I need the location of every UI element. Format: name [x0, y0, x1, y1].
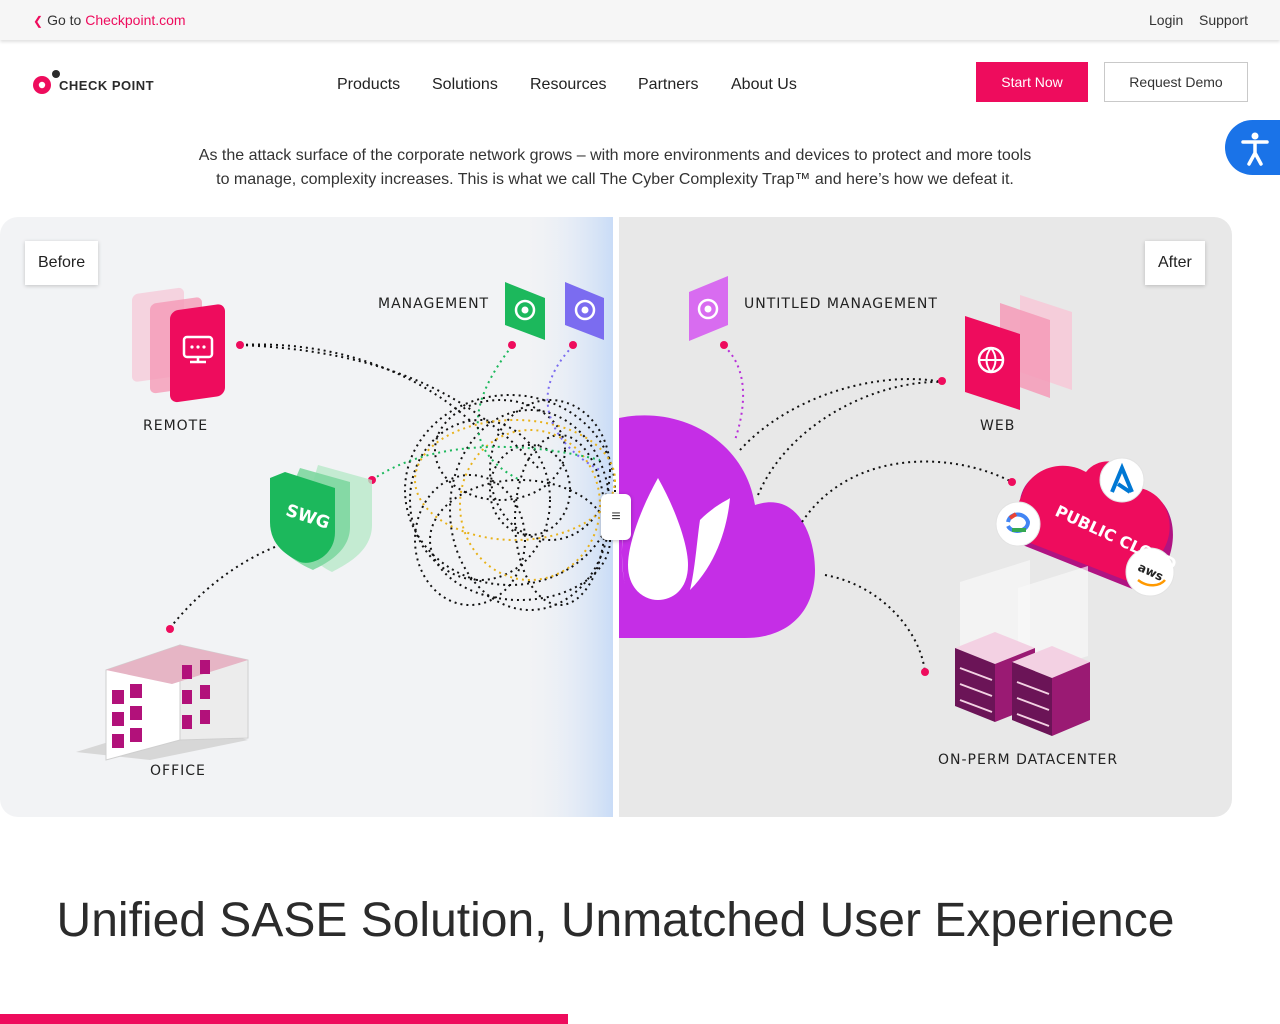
- management-gear-icon-green: [505, 282, 545, 340]
- section-headline: Unified SASE Solution, Unmatched User Ex…: [56, 894, 1175, 947]
- harmony-cloud-icon: [619, 415, 815, 638]
- office-label: OFFICE: [150, 763, 206, 779]
- tangle-lines: [169, 343, 616, 629]
- section-accent-bar: [0, 1014, 568, 1024]
- datacenter-label: ON-PERM DATACENTER: [938, 752, 1119, 768]
- office-building-icon: [76, 644, 249, 761]
- comparison-artwork: SWG PUBLIC CLOUD aws: [76, 276, 1180, 761]
- untitled-management-label: UNTITLED MANAGEMENT: [744, 296, 938, 312]
- untitled-management-gear-icon: [689, 276, 728, 341]
- comparison-slider-handle[interactable]: ≡: [601, 494, 631, 540]
- management-gear-icon-violet: [565, 282, 604, 340]
- drag-handle-icon: ≡: [611, 508, 621, 525]
- web-label: WEB: [980, 418, 1016, 434]
- management-label: MANAGEMENT: [378, 296, 490, 312]
- remote-label: REMOTE: [143, 418, 209, 434]
- datacenter-server-icon: [955, 560, 1090, 736]
- web-globe-icon: [965, 295, 1072, 410]
- remote-monitor-icon: [132, 287, 225, 403]
- after-tag: After: [1145, 241, 1205, 285]
- before-tag: Before: [25, 241, 99, 285]
